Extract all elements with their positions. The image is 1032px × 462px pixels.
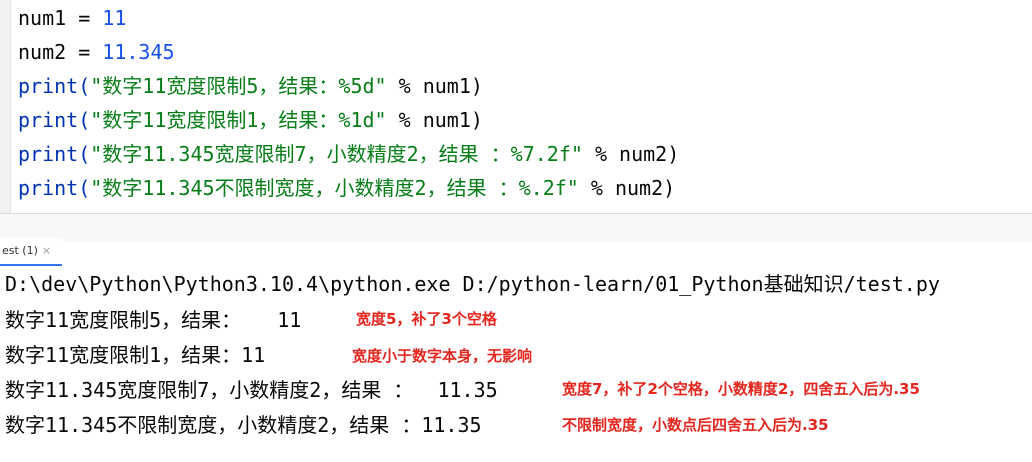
code-line-4[interactable]: print("数字11宽度限制1，结果：%1d" % num1) — [18, 103, 483, 137]
code-text: num2 = — [18, 40, 103, 64]
code-text: % num2) — [582, 142, 680, 166]
number-literal: 11.345 — [102, 40, 175, 64]
string-literal: "数字11.345不限制宽度，小数精度2，结果 ：%.2f" — [90, 176, 579, 200]
code-line-2[interactable]: num2 = 11.345 — [18, 35, 175, 69]
string-literal: "数字11.345宽度限制7，小数精度2，结果 ：%7.2f" — [90, 142, 583, 166]
run-tab-label: est (1) — [2, 244, 38, 257]
function-call: print( — [18, 74, 91, 98]
annotation-note: 宽度5，补了3个空格 — [356, 310, 497, 328]
code-line-1[interactable]: num1 = 11 — [18, 1, 126, 35]
annotation-note: 宽度7，补了2个空格，小数精度2，四舍五入后为.35 — [562, 380, 920, 398]
annotation-note: 不限制宽度，小数点后四舍五入后为.35 — [562, 416, 829, 434]
function-call: print( — [18, 142, 91, 166]
function-call: print( — [18, 176, 91, 200]
annotation-note: 宽度小于数字本身，无影响 — [352, 347, 533, 365]
console-output-line: 数字11.345不限制宽度，小数精度2，结果 ：11.35 — [5, 413, 482, 437]
code-text: % num1) — [386, 74, 483, 98]
panel-divider[interactable] — [0, 213, 1032, 242]
code-editor[interactable]: num1 = 11 num2 = 11.345 print("数字11宽度限制5… — [0, 0, 1032, 213]
console-output-line: 数字11宽度限制1，结果：11 — [5, 343, 266, 367]
code-line-6[interactable]: print("数字11.345不限制宽度，小数精度2，结果 ：%.2f" % n… — [18, 171, 675, 205]
run-tab[interactable]: est (1) × — [0, 238, 62, 266]
console-output-line: 数字11.345宽度限制7，小数精度2，结果 ： 11.35 — [5, 378, 498, 402]
code-line-5[interactable]: print("数字11.345宽度限制7，小数精度2，结果 ：%7.2f" % … — [18, 137, 679, 171]
code-text: % num1) — [386, 108, 483, 132]
code-text: % num2) — [578, 176, 676, 200]
string-literal: "数字11宽度限制5，结果：%5d" — [90, 74, 387, 98]
number-literal: 11 — [102, 6, 127, 30]
console-command: D:\dev\Python\Python3.10.4\python.exe D:… — [5, 272, 940, 296]
code-text: num1 = — [18, 6, 103, 30]
code-line-3[interactable]: print("数字11宽度限制5，结果：%5d" % num1) — [18, 69, 483, 103]
console-output-line: 数字11宽度限制5，结果： 11 — [5, 308, 302, 332]
string-literal: "数字11宽度限制1，结果：%1d" — [90, 108, 387, 132]
function-call: print( — [18, 108, 91, 132]
editor-gutter — [0, 0, 11, 213]
close-icon[interactable]: × — [42, 244, 51, 257]
